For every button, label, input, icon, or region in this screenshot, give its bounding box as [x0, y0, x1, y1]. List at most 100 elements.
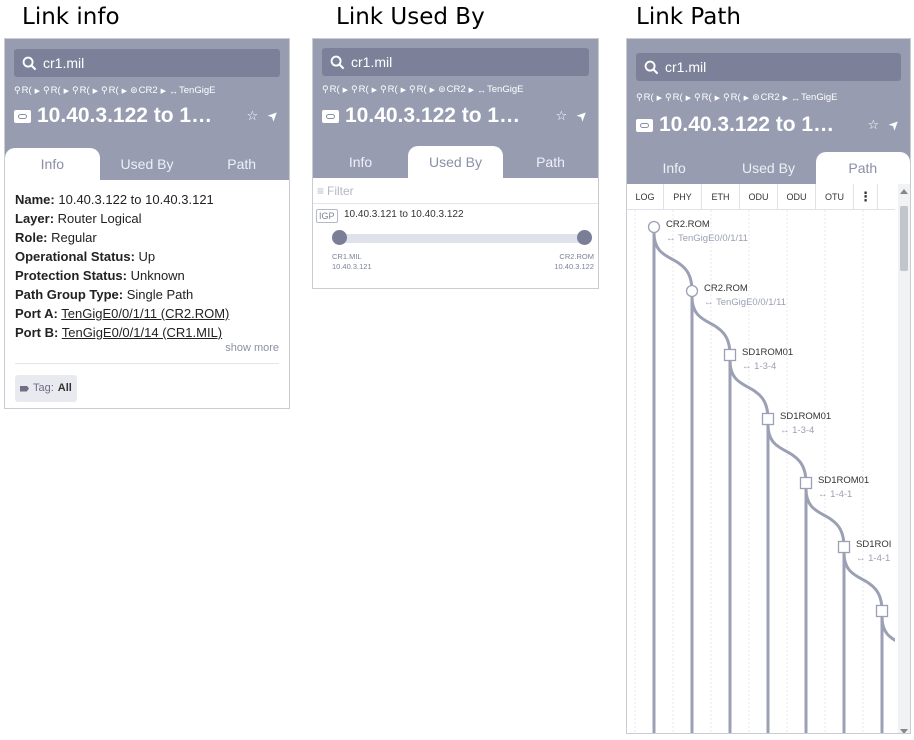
optical-node-icon[interactable] — [723, 348, 737, 362]
breadcrumb-item[interactable]: ⚲ R(▶ — [351, 84, 377, 95]
tab-info[interactable]: Info — [627, 152, 721, 184]
breadcrumb-label: CR2 — [138, 85, 158, 96]
scrollbar-thumb[interactable] — [900, 206, 908, 271]
path-node-label[interactable]: SD1ROI — [856, 539, 891, 550]
breadcrumb-item[interactable]: ↔ TenGigE — [791, 92, 837, 103]
tab-path[interactable]: Path — [815, 152, 910, 184]
breadcrumb-separator-icon: ▶ — [714, 94, 721, 102]
optical-node-icon[interactable] — [837, 540, 851, 554]
optical-node-icon[interactable] — [761, 412, 775, 426]
tab-info[interactable]: Info — [5, 148, 100, 180]
breadcrumb-label: R( — [50, 85, 61, 96]
link-bar — [337, 234, 590, 243]
breadcrumb-item[interactable]: ⚲ R(▶ — [665, 92, 691, 103]
breadcrumb-label: R( — [672, 92, 683, 103]
breadcrumb-item[interactable]: ⊚ CR2 ▶ — [130, 85, 166, 96]
scroll-down-arrow[interactable] — [900, 729, 908, 733]
breadcrumb-item[interactable]: ⚲ R(▶ — [409, 84, 435, 95]
column-odu-2[interactable]: ODU — [778, 184, 816, 209]
breadcrumb-separator-icon: ▶ — [34, 87, 41, 95]
location-pin-icon: ⚲ — [351, 84, 358, 94]
scroll-up-arrow[interactable] — [900, 189, 908, 194]
breadcrumb-item[interactable]: ⚲ R(▶ — [72, 85, 98, 96]
used-by-item[interactable]: IGP 10.40.3.121 to 10.40.3.122 CR1.MIL 1… — [313, 204, 598, 286]
search-input[interactable]: cr1.mil — [636, 53, 901, 81]
breadcrumb: ⚲ R(▶ ⚲ R(▶ ⚲ R(▶ ⚲ R(▶ ⊚ CR2 ▶ ↔ TenGigE — [636, 92, 906, 103]
tag-filter-button[interactable]: Tag: All — [15, 375, 77, 402]
panel-header: cr1.mil ⚲ R(▶ ⚲ R(▶ ⚲ R(▶ ⚲ R(▶ ⊚ CR2 ▶ ↔ TenGigE 10… — [627, 39, 910, 184]
path-node-label[interactable]: CR2.ROM — [666, 219, 710, 230]
breadcrumb-item[interactable]: ⊚ CR2 ▶ — [438, 84, 474, 95]
breadcrumb-separator-icon: ▶ — [63, 87, 70, 95]
location-pin-icon: ⚲ — [101, 85, 108, 95]
column-phy[interactable]: PHY — [664, 184, 702, 209]
info-field-operational-status: Operational Status: Up — [15, 249, 156, 264]
panel-header: cr1.mil ⚲ R(▶ ⚲ R(▶ ⚲ R(▶ ⚲ R(▶ ⊚ CR2 ▶ ↔ TenGigE 10… — [313, 39, 598, 178]
breadcrumb-item[interactable]: ⚲ R(▶ — [723, 92, 749, 103]
breadcrumb-item[interactable]: ⚲ R(▶ — [43, 85, 69, 96]
tab-used-by[interactable]: Used By — [408, 146, 503, 178]
tab-used-by[interactable]: Used By — [721, 152, 815, 184]
search-text: cr1.mil — [43, 55, 85, 71]
breadcrumb-item[interactable]: ⚲ R(▶ — [322, 84, 348, 95]
locate-icon[interactable]: ➤ — [573, 106, 592, 125]
tab-path[interactable]: Path — [503, 146, 598, 178]
breadcrumb-label: R( — [358, 84, 369, 95]
breadcrumb-item[interactable]: ⚲ R(▶ — [380, 84, 406, 95]
path-node-label[interactable]: CR2.ROM — [704, 283, 748, 294]
link-path-panel: cr1.mil ⚲ R(▶ ⚲ R(▶ ⚲ R(▶ ⚲ R(▶ ⊚ CR2 ▶ ↔ TenGigE 10… — [626, 38, 911, 734]
vertical-scrollbar[interactable] — [898, 184, 910, 733]
path-node-label[interactable]: SD1ROM01 — [780, 411, 831, 422]
location-pin-icon: ⚲ — [72, 85, 79, 95]
tab-info[interactable]: Info — [313, 146, 408, 178]
locate-icon[interactable]: ➤ — [885, 115, 904, 134]
port-b-link[interactable]: TenGigE0/0/1/14 (CR1.MIL) — [62, 325, 222, 340]
breadcrumb-item[interactable]: ⚲ R(▶ — [14, 85, 40, 96]
breadcrumb-item[interactable]: ↔ TenGigE — [169, 85, 215, 96]
divider — [15, 363, 279, 364]
breadcrumb-item[interactable]: ⊚ CR2 ▶ — [752, 92, 788, 103]
tab-used-by[interactable]: Used By — [100, 148, 195, 180]
column-more-menu[interactable]: ⋮ — [854, 184, 878, 209]
breadcrumb-item[interactable]: ⚲ R(▶ — [636, 92, 662, 103]
breadcrumb-label: R( — [79, 85, 90, 96]
caption-link-info: Link info — [22, 4, 120, 30]
search-icon — [330, 55, 345, 69]
show-more-link[interactable]: show more — [15, 342, 279, 355]
tab-path[interactable]: Path — [194, 148, 289, 180]
star-icon[interactable]: ☆ — [246, 108, 258, 124]
column-odu[interactable]: ODU — [740, 184, 778, 209]
port-arrows-icon: ↔ — [169, 85, 179, 96]
path-node-label[interactable]: SD1ROM01 — [818, 475, 869, 486]
filter-placeholder: Filter — [327, 183, 354, 198]
breadcrumb-item[interactable]: ↔ TenGigE — [477, 84, 523, 95]
column-log[interactable]: LOG — [627, 184, 664, 209]
link-info-panel: cr1.mil ⚲ R(▶ ⚲ R(▶ ⚲ R(▶ ⚲ R(▶ ⊚ CR2 ▶ ↔ TenGigE 10… — [4, 38, 290, 409]
breadcrumb-label: R( — [416, 84, 427, 95]
locate-icon[interactable]: ➤ — [264, 106, 283, 125]
link-icon — [14, 109, 31, 123]
search-input[interactable]: cr1.mil — [14, 49, 280, 77]
optical-node-icon[interactable] — [875, 604, 889, 618]
info-field-name: Name: 10.40.3.122 to 10.40.3.121 — [15, 192, 214, 207]
router-node-icon[interactable] — [685, 284, 699, 298]
router-node-icon[interactable] — [647, 220, 661, 234]
search-input[interactable]: cr1.mil — [322, 48, 589, 76]
breadcrumb-separator-icon: ▶ — [429, 86, 436, 94]
info-field-protection-status: Protection Status: Unknown — [15, 268, 185, 283]
column-eth[interactable]: ETH — [702, 184, 740, 209]
path-diagram — [634, 210, 895, 733]
breadcrumb-separator-icon: ▶ — [743, 94, 750, 102]
tab-bar: Info Used By Path — [313, 146, 598, 178]
breadcrumb-item[interactable]: ⚲ R(▶ — [694, 92, 720, 103]
star-icon[interactable]: ☆ — [555, 108, 567, 124]
path-node-label[interactable]: SD1ROM01 — [742, 347, 793, 358]
breadcrumb-item[interactable]: ⚲ R(▶ — [101, 85, 127, 96]
caption-link-path: Link Path — [636, 4, 741, 30]
star-icon[interactable]: ☆ — [867, 117, 879, 133]
port-a-link[interactable]: TenGigE0/0/1/11 (CR2.ROM) — [61, 306, 229, 321]
optical-node-icon[interactable] — [799, 476, 813, 490]
filter-input[interactable]: ≡ Filter — [313, 178, 598, 204]
column-otu[interactable]: OTU — [816, 184, 854, 209]
location-pin-icon: ⚲ — [322, 84, 329, 94]
